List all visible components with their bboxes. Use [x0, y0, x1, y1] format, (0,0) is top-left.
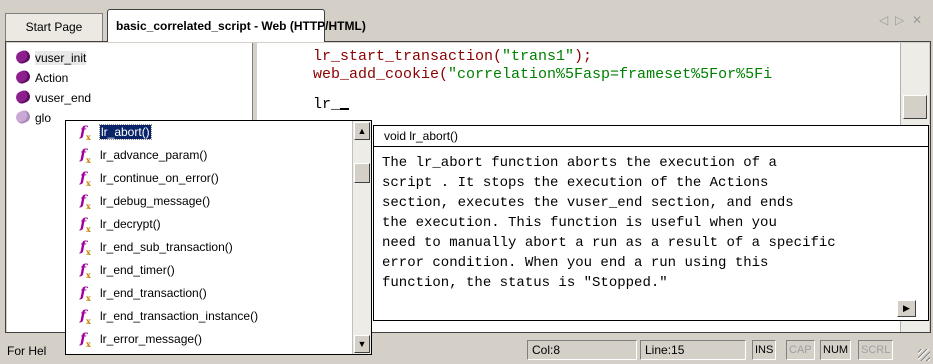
indicator-num: NUM: [820, 340, 852, 360]
indicator-scrl: SCRL: [858, 340, 894, 360]
autocomplete-item[interactable]: fx lr_debug_message(): [80, 191, 211, 211]
autocomplete-item[interactable]: fx lr_end_sub_transaction(): [80, 237, 233, 257]
function-icon: fx: [80, 124, 91, 142]
status-line: Line:15: [640, 340, 746, 360]
function-icon: fx: [80, 216, 91, 234]
code-line-text: lr_start_transaction("trans1");: [313, 48, 593, 65]
autocomplete-item[interactable]: fx lr_advance_param(): [80, 145, 208, 165]
action-icon: [14, 68, 32, 86]
action-icon: [14, 48, 32, 66]
function-description: The lr_abort function aborts the executi…: [382, 153, 927, 293]
function-icon: fx: [80, 239, 91, 257]
autocomplete-item-label: lr_end_timer(): [100, 263, 175, 277]
action-icon: [14, 88, 32, 106]
autocomplete-item[interactable]: fx lr_end_timer(): [80, 260, 175, 280]
description-line: the execution. This function is useful w…: [382, 215, 777, 231]
description-line: need to manually abort a run as a result…: [382, 235, 836, 251]
autocomplete-popup: fx lr_abort() fx lr_advance_param() fx lr_con…: [65, 120, 372, 355]
description-line: function, the status is "Stopped.": [382, 275, 668, 291]
autocomplete-item-label: lr_decrypt(): [100, 217, 161, 231]
function-icon: fx: [80, 193, 91, 211]
tab-prev-icon[interactable]: ◁: [879, 13, 888, 27]
code-line: lr_start_transaction("trans1");: [313, 48, 592, 66]
autocomplete-scrollbar[interactable]: ▲ ▼: [352, 121, 371, 354]
tab-strip: Start Page basic_correlated_script - Web…: [0, 0, 933, 44]
scroll-down-icon[interactable]: ▼: [354, 335, 370, 353]
description-line: script . It stops the execution of the A…: [382, 175, 769, 191]
function-signature: void lr_abort(): [374, 126, 928, 147]
scroll-right-icon[interactable]: ▶: [897, 300, 916, 317]
autocomplete-scroll-thumb[interactable]: [354, 163, 370, 183]
tree-item-label: glo: [35, 111, 52, 125]
tree-item-label: Action: [35, 71, 69, 85]
autocomplete-item-label: lr_debug_message(): [100, 194, 211, 208]
autocomplete-item-label: lr_end_transaction_instance(): [100, 309, 259, 323]
indicator-cap: CAP: [786, 340, 815, 360]
autocomplete-item-label: lr_continue_on_error(): [100, 171, 219, 185]
autocomplete-item[interactable]: fx lr_continue_on_error(): [80, 168, 219, 188]
function-icon: fx: [80, 147, 91, 165]
tree-item-label: vuser_init: [35, 51, 87, 65]
indicator-ins: INS: [752, 340, 777, 360]
autocomplete-item-label: lr_error_message(): [100, 332, 203, 346]
autocomplete-item-label: lr_end_transaction(): [100, 286, 207, 300]
code-line-text: web_add_cookie("correlation%5Fasp=frames…: [313, 66, 773, 83]
code-line: web_add_cookie("correlation%5Fasp=frames…: [313, 66, 772, 84]
autocomplete-item-label: lr_end_sub_transaction(): [100, 240, 233, 254]
function-icon: fx: [80, 170, 91, 188]
autocomplete-item-label: lr_abort(): [99, 124, 152, 140]
text-caret: [340, 96, 350, 110]
tree-item-globals[interactable]: glo: [14, 108, 52, 128]
autocomplete-item[interactable]: fx lr_error_message(): [80, 329, 203, 349]
function-icon: fx: [80, 331, 91, 349]
resize-grip-icon[interactable]: [918, 349, 930, 361]
tree-item-action[interactable]: Action: [14, 68, 69, 88]
autocomplete-item[interactable]: fx lr_end_transaction_instance(): [80, 306, 259, 326]
autocomplete-item-label: lr_advance_param(): [100, 148, 208, 162]
autocomplete-item[interactable]: fx lr_decrypt(): [80, 214, 161, 234]
function-description-tooltip: void lr_abort() The lr_abort function ab…: [373, 125, 929, 321]
description-line: error condition. When you end a run usin…: [382, 255, 769, 271]
scroll-up-icon[interactable]: ▲: [354, 122, 370, 140]
function-icon: fx: [80, 285, 91, 303]
tab-script[interactable]: basic_correlated_script - Web (HTTP/HTML…: [107, 9, 366, 42]
status-column: Col:8: [527, 340, 637, 360]
autocomplete-item[interactable]: fx lr_abort(): [80, 122, 152, 142]
globals-icon: [14, 108, 32, 126]
tab-start-page[interactable]: Start Page: [5, 13, 103, 41]
tab-next-icon[interactable]: ▷: [895, 13, 904, 27]
editor-scroll-thumb[interactable]: [903, 95, 927, 119]
code-line-text: lr_: [313, 96, 341, 113]
tree-item-label: vuser_end: [35, 91, 92, 105]
code-line-current: lr_: [313, 96, 350, 114]
close-icon[interactable]: ✕: [912, 13, 922, 27]
description-line: section, executes the vuser_end section,…: [382, 195, 794, 211]
function-icon: fx: [80, 308, 91, 326]
autocomplete-item[interactable]: fx lr_end_transaction(): [80, 283, 207, 303]
status-help-text: For Hel: [7, 344, 47, 358]
description-line: The lr_abort function aborts the executi…: [382, 155, 777, 171]
tree-item-vuser-init[interactable]: vuser_init: [14, 48, 87, 68]
tree-item-vuser-end[interactable]: vuser_end: [14, 88, 92, 108]
function-icon: fx: [80, 262, 91, 280]
